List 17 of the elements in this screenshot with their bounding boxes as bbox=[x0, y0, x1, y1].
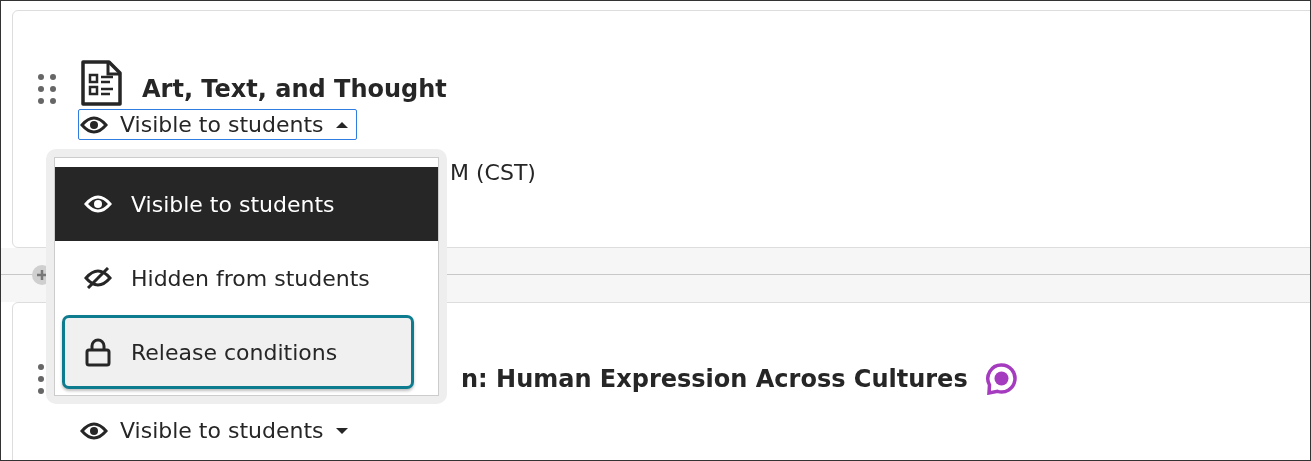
menu-option[interactable]: Release conditions bbox=[62, 315, 414, 389]
menu-option[interactable]: Hidden from students bbox=[55, 241, 438, 315]
discussion-icon bbox=[984, 362, 1018, 395]
lock-icon bbox=[85, 337, 111, 367]
eye-icon bbox=[80, 114, 108, 135]
caret-icon bbox=[335, 426, 348, 435]
menu-option[interactable]: Visible to students bbox=[55, 167, 438, 241]
due-date-text: M (CST) bbox=[450, 160, 537, 185]
document-icon bbox=[80, 59, 123, 107]
drag-handle-icon[interactable] bbox=[38, 74, 56, 104]
eye-slash-icon bbox=[84, 267, 112, 289]
item-title[interactable]: Art, Text, and Thought bbox=[142, 75, 447, 103]
item-title[interactable]: n: Human Expression Across Cultures bbox=[461, 364, 968, 393]
eye-icon bbox=[84, 194, 112, 214]
eye-icon bbox=[80, 420, 108, 441]
visibility-dropdown[interactable]: Visible to students bbox=[78, 109, 357, 140]
caret-icon bbox=[335, 120, 348, 129]
